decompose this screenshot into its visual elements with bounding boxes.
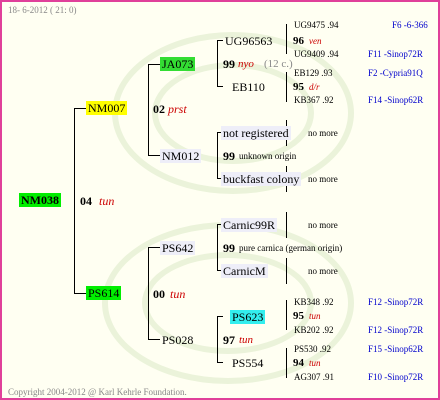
connector bbox=[286, 300, 287, 330]
queen-ps028[interactable]: PS028 bbox=[160, 333, 195, 347]
queen-nm012[interactable]: NM012 bbox=[160, 149, 202, 163]
no-more-label: no more bbox=[308, 220, 338, 230]
copyright: Copyright 2004-2012 @ Karl Kehrle Founda… bbox=[8, 387, 187, 397]
ancestor-tag: tun bbox=[309, 358, 321, 368]
no-more-label: no more bbox=[308, 266, 338, 276]
ancestor-ref: F11 -Sinop72R bbox=[368, 49, 423, 59]
nm012-year: 99 bbox=[223, 149, 235, 163]
connector bbox=[74, 293, 86, 294]
queen-ps623[interactable]: PS623 bbox=[230, 310, 266, 324]
queen-ps554[interactable]: PS554 bbox=[232, 357, 263, 369]
ja073-count: (12 c.) bbox=[264, 58, 293, 70]
queen-carnicm[interactable]: CarnicM bbox=[221, 264, 268, 278]
connector bbox=[74, 108, 86, 109]
ancestor-year: 95 bbox=[293, 81, 304, 93]
queen-ug96563[interactable]: UG96563 bbox=[225, 35, 272, 47]
ancestor-top[interactable]: UG9475 .94 bbox=[294, 21, 339, 30]
ancestor-ref: F10 -Sinop72R bbox=[368, 372, 424, 382]
pedigree-frame: 18- 6-2012 ( 21: 0) NM038 04 tun NM007 0… bbox=[0, 0, 440, 400]
connector bbox=[74, 108, 75, 294]
ancestor-top[interactable]: KB348 .92 bbox=[294, 298, 334, 307]
ancestor-bottom[interactable]: KB367 .92 bbox=[294, 96, 334, 105]
ancestor-year: 96 bbox=[293, 35, 304, 47]
ancestor-bottom[interactable]: AG307 .91 bbox=[294, 373, 334, 382]
connector bbox=[286, 72, 287, 102]
root-year: 04 bbox=[80, 194, 92, 208]
sire-queen[interactable]: NM007 bbox=[86, 101, 128, 115]
dam-queen[interactable]: PS614 bbox=[86, 286, 122, 300]
ancestor-top[interactable]: EB129 .93 bbox=[294, 69, 333, 78]
ps642-year: 99 bbox=[223, 241, 235, 255]
connector bbox=[217, 40, 218, 87]
queen-eb110[interactable]: EB110 bbox=[232, 81, 265, 93]
ancestor-ref: F6 -6-366 bbox=[392, 20, 428, 30]
nm012-origin: unknown origin bbox=[239, 151, 297, 161]
ancestor-ref: F15 -Sinop62R bbox=[368, 344, 424, 354]
connector bbox=[286, 258, 287, 284]
sire-tag: prst bbox=[168, 102, 187, 116]
ancestor-ref: F2 -Cypria91Q bbox=[368, 68, 423, 78]
sire-year: 02 bbox=[153, 102, 165, 116]
ancestor-tag: d/r bbox=[309, 82, 320, 92]
connector bbox=[217, 316, 223, 317]
connector bbox=[217, 86, 223, 87]
queen-ja073[interactable]: JA073 bbox=[160, 57, 196, 71]
connector bbox=[217, 316, 218, 363]
queen-carnic99r[interactable]: Carnic99R bbox=[221, 218, 277, 232]
connector bbox=[286, 212, 287, 238]
connector bbox=[148, 247, 160, 248]
no-more-label: no more bbox=[308, 128, 338, 138]
connector bbox=[148, 155, 160, 156]
connector bbox=[286, 348, 287, 378]
ancestor-bottom[interactable]: UG9409 .94 bbox=[294, 50, 339, 59]
print-date: 18- 6-2012 ( 21: 0) bbox=[8, 5, 77, 15]
root-tag: tun bbox=[99, 194, 115, 208]
ancestor-ref: F14 -Sinop62R bbox=[368, 95, 424, 105]
dam-year: 00 bbox=[153, 287, 165, 301]
no-more-label: no more bbox=[308, 174, 338, 184]
ancestor-tag: ven bbox=[309, 36, 322, 46]
connector bbox=[148, 64, 160, 65]
connector bbox=[217, 224, 218, 271]
ps028-year: 97 bbox=[223, 333, 235, 347]
connector bbox=[217, 362, 223, 363]
ps642-origin: pure carnica (german origin) bbox=[239, 243, 343, 253]
ancestor-top[interactable]: PS530 .92 bbox=[294, 345, 331, 354]
connector bbox=[148, 64, 149, 156]
ancestor-year: 94 bbox=[293, 357, 304, 369]
connector bbox=[217, 40, 223, 41]
connector bbox=[148, 247, 149, 340]
connector bbox=[217, 132, 218, 179]
root-queen[interactable]: NM038 bbox=[19, 193, 61, 207]
ps028-tag: tun bbox=[239, 334, 254, 346]
nm012-sire: not registered bbox=[221, 126, 291, 140]
ja073-year: 99 bbox=[223, 57, 235, 71]
connector bbox=[148, 339, 160, 340]
ancestor-year: 95 bbox=[293, 310, 304, 322]
queen-ps642[interactable]: PS642 bbox=[160, 241, 196, 255]
connector bbox=[286, 24, 287, 54]
nm012-dam: buckfast colony bbox=[221, 172, 302, 186]
dam-tag: tun bbox=[170, 287, 186, 301]
ancestor-ref: F12 -Sinop72R bbox=[368, 297, 424, 307]
ja073-tag: nyo bbox=[238, 58, 254, 70]
ancestor-bottom[interactable]: KB202 .92 bbox=[294, 326, 334, 335]
ancestor-tag: tun bbox=[309, 311, 321, 321]
ancestor-ref: F12 -Sinop72R bbox=[368, 325, 424, 335]
